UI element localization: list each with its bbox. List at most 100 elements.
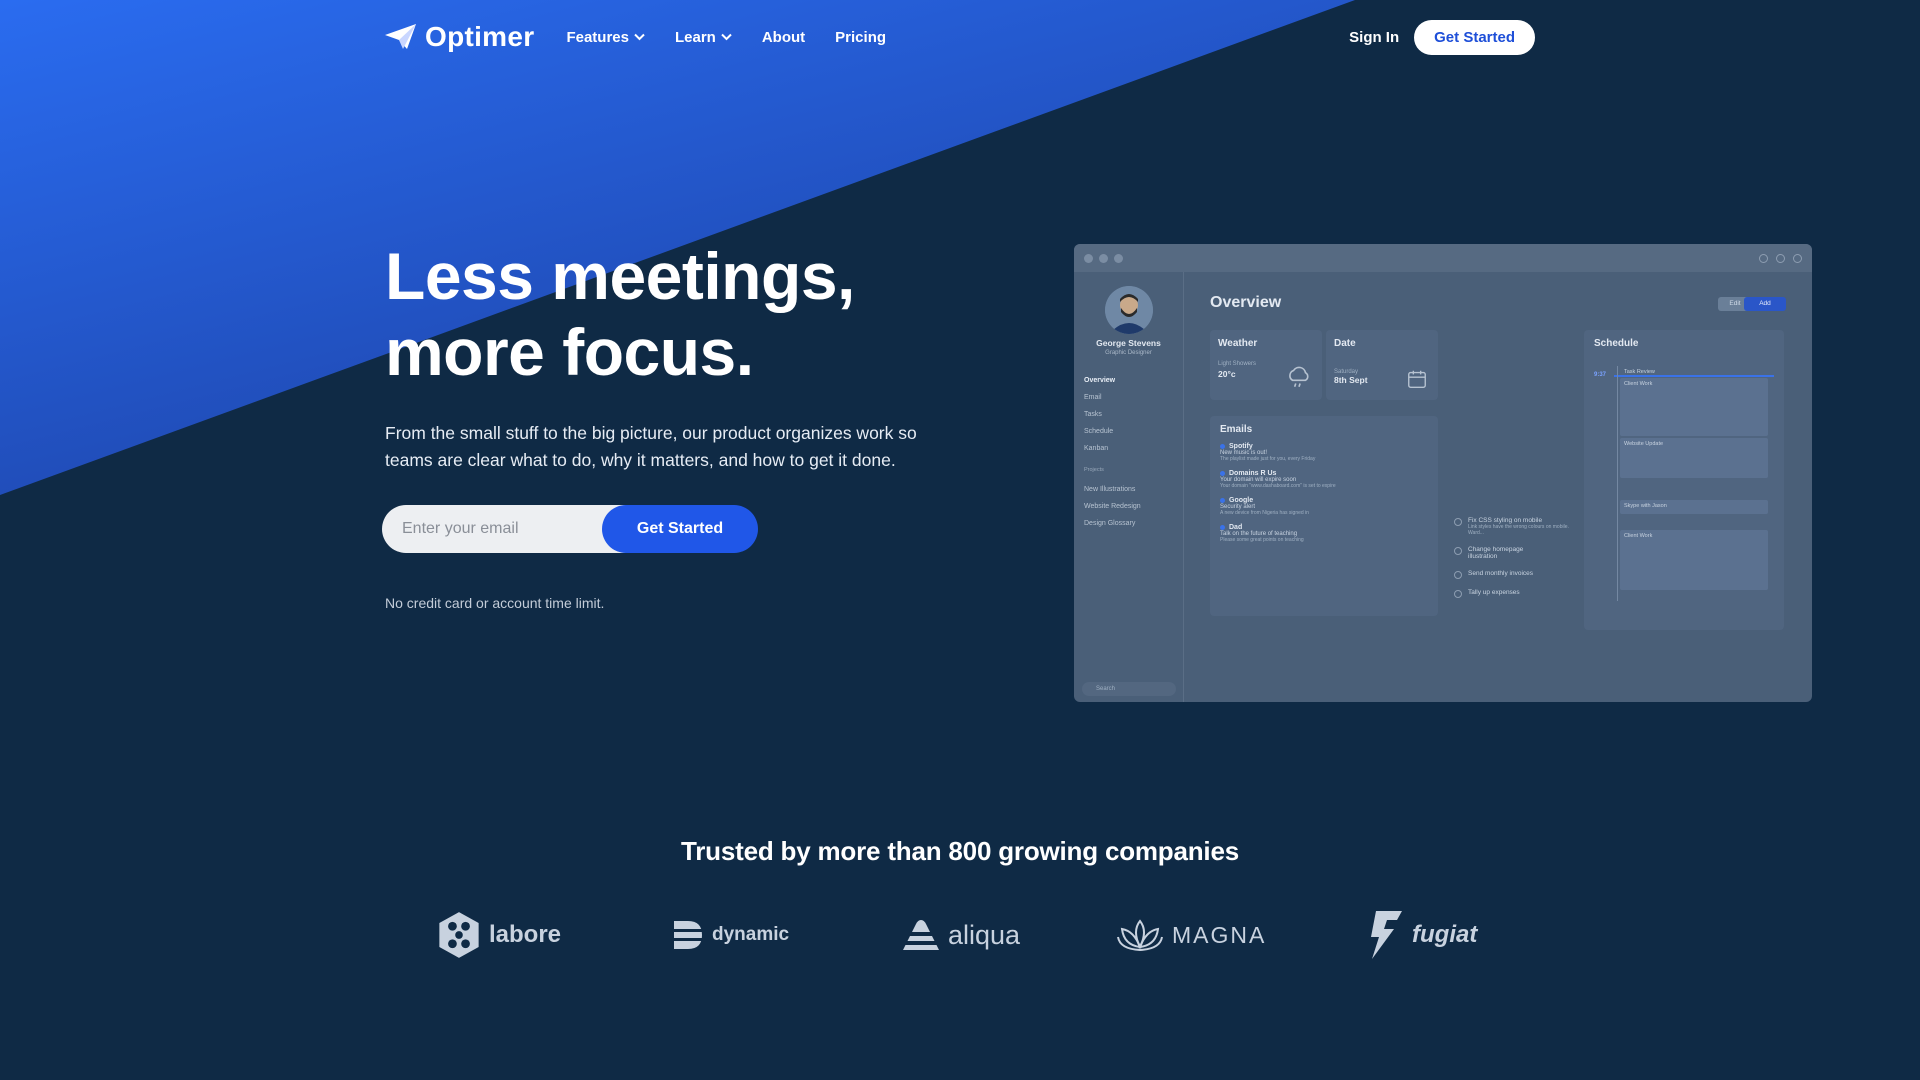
task-title: Fix CSS styling on mobile bbox=[1468, 517, 1543, 524]
trusted-heading: Trusted by more than 800 growing compani… bbox=[681, 836, 1239, 866]
logo-fugiat-name: fugiat bbox=[1412, 921, 1478, 948]
signup-note: No credit card or account time limit. bbox=[385, 595, 605, 611]
mock-nav-email: Email bbox=[1084, 394, 1102, 401]
task-item: Send monthly invoices bbox=[1454, 570, 1574, 579]
weather-desc: Light Showers bbox=[1218, 361, 1257, 367]
client-logos: labore dynamic aliqua MAGNA fugiat bbox=[0, 905, 1920, 965]
mock-nav-tasks: Tasks bbox=[1084, 411, 1102, 418]
lightning-f-icon bbox=[1371, 911, 1402, 959]
hero-get-started-button[interactable]: Get Started bbox=[602, 505, 758, 553]
menu-about[interactable]: About bbox=[762, 29, 805, 46]
schedule-axis bbox=[1617, 366, 1618, 601]
main-menu: Features Learn About Pricing bbox=[566, 29, 886, 46]
logo-aliqua-name: aliqua bbox=[948, 919, 1021, 950]
menu-about-label: About bbox=[761, 28, 806, 46]
hexagon-molecule-icon bbox=[439, 912, 479, 958]
email-from: Domains R Us bbox=[1229, 470, 1277, 477]
signup-form: Get Started bbox=[382, 505, 758, 553]
unread-dot-icon bbox=[1220, 524, 1225, 530]
mock-emails-card: Emails Spotify New music is out! The pla… bbox=[1210, 416, 1438, 616]
mock-sidebar-nav: Overview Email Tasks Schedule Kanban Pro… bbox=[1074, 372, 1183, 532]
email-input[interactable] bbox=[382, 505, 632, 553]
schedule-time: 9:37 bbox=[1594, 372, 1607, 378]
logo-labore-name: labore bbox=[489, 921, 562, 948]
hero-headline: Less meetings, more focus. bbox=[385, 238, 965, 390]
hero-headline-line2: more focus. bbox=[385, 315, 754, 389]
mock-project-item: Website Redesign bbox=[1084, 503, 1141, 510]
brand-name: Optimer bbox=[425, 21, 535, 52]
window-dot-icon bbox=[1084, 253, 1093, 263]
email-item: Spotify New music is out! The playlist m… bbox=[1220, 443, 1428, 462]
share-icon bbox=[1776, 253, 1785, 263]
menu-pricing[interactable]: Pricing bbox=[835, 29, 886, 46]
mock-add-button: Add bbox=[1744, 297, 1786, 311]
menu-features[interactable]: Features bbox=[566, 29, 645, 46]
schedule-block: Skype with Jason bbox=[1620, 500, 1768, 514]
user-role: Graphic Designer bbox=[1105, 350, 1152, 356]
rain-cloud-icon bbox=[1289, 366, 1309, 388]
user-avatar bbox=[1104, 286, 1153, 334]
window-dot-icon bbox=[1114, 253, 1123, 263]
email-preview: The playlist made just for you, every Fr… bbox=[1220, 456, 1316, 462]
checkbox-icon bbox=[1454, 547, 1462, 555]
schedule-block: Client Work bbox=[1620, 378, 1768, 436]
mock-sidebar: George Stevens Graphic Designer Overview… bbox=[1074, 272, 1184, 702]
task-title: Change homepage illustration bbox=[1468, 546, 1524, 560]
logo-fugiat: fugiat bbox=[1368, 905, 1477, 965]
task-title: Send monthly invoices bbox=[1468, 570, 1534, 577]
mock-date-card: Date Saturday 8th Sept bbox=[1326, 330, 1438, 400]
logo-aliqua: aliqua bbox=[902, 905, 1020, 965]
schedule-block: Client Work bbox=[1620, 530, 1768, 590]
unread-dot-icon bbox=[1220, 443, 1225, 449]
stacked-d-icon bbox=[674, 921, 704, 949]
lotus-icon bbox=[1117, 919, 1163, 952]
menu-learn[interactable]: Learn bbox=[675, 29, 732, 46]
mock-nav-overview: Overview bbox=[1084, 377, 1116, 384]
email-item: Domains R Us Your domain will expire soo… bbox=[1220, 470, 1428, 489]
task-desc: Link styles have the wrong colours on mo… bbox=[1468, 524, 1569, 536]
chevron-down-icon bbox=[721, 33, 732, 41]
paper-plane-icon bbox=[385, 24, 416, 49]
brand-logo[interactable]: Optimer bbox=[385, 21, 534, 53]
calendar-icon bbox=[1408, 370, 1426, 388]
menu-pricing-label: Pricing bbox=[835, 28, 887, 46]
mock-search: Search bbox=[1082, 682, 1176, 696]
mock-main-panel: Overview Edit Add Weather Light Showers … bbox=[1184, 272, 1812, 702]
mock-weather-card: Weather Light Showers 20°c bbox=[1210, 330, 1322, 400]
email-preview: Please some great points on teaching bbox=[1220, 537, 1304, 543]
logo-dynamic: dynamic bbox=[672, 905, 789, 965]
mock-projects-label: Projects bbox=[1084, 467, 1104, 473]
app-screenshot-mockup: George Stevens Graphic Designer Overview… bbox=[1074, 244, 1812, 702]
email-from: Google bbox=[1229, 497, 1254, 504]
mock-project-item: New Illustrations bbox=[1084, 486, 1136, 493]
mock-toolbar-icons bbox=[1759, 253, 1802, 263]
settings-icon bbox=[1793, 253, 1802, 263]
menu-learn-label: Learn bbox=[674, 28, 716, 46]
chevron-down-icon bbox=[634, 33, 645, 41]
date-title: Date bbox=[1334, 338, 1356, 349]
sign-in-link[interactable]: Sign In bbox=[1349, 29, 1399, 46]
email-preview: Your domain "www.dashaboard.com" is set … bbox=[1220, 483, 1336, 489]
mock-tasks-list: Fix CSS styling on mobile Link styles ha… bbox=[1454, 517, 1574, 608]
mock-project-item: Design Glossary bbox=[1084, 520, 1136, 527]
triangle-stripes-icon bbox=[902, 920, 940, 950]
menu-features-label: Features bbox=[566, 28, 629, 46]
mock-schedule-card: Schedule 9:37 Task Review Client Work We… bbox=[1584, 330, 1784, 630]
task-title: Tally up expenses bbox=[1468, 589, 1520, 596]
user-name: George Stevens bbox=[1096, 338, 1161, 348]
task-item: Fix CSS styling on mobile Link styles ha… bbox=[1454, 517, 1574, 536]
nav-get-started-button[interactable]: Get Started bbox=[1414, 19, 1535, 55]
checkbox-icon bbox=[1454, 590, 1462, 598]
mock-titlebar bbox=[1074, 244, 1812, 272]
email-from: Spotify bbox=[1229, 443, 1253, 450]
top-navigation: Optimer Features Learn About Pricing Sig… bbox=[385, 18, 1535, 56]
logo-dynamic-name: dynamic bbox=[712, 924, 790, 945]
mock-nav-kanban: Kanban bbox=[1084, 445, 1109, 452]
weather-title: Weather bbox=[1218, 338, 1258, 349]
unread-dot-icon bbox=[1220, 470, 1225, 476]
window-dot-icon bbox=[1099, 253, 1108, 263]
hero-subtext: From the small stuff to the big picture,… bbox=[385, 423, 917, 470]
email-item: Dad Talk on the future of teaching Pleas… bbox=[1220, 524, 1428, 543]
hero-content: Less meetings, more focus. From the smal… bbox=[385, 238, 965, 474]
schedule-block: Task Review bbox=[1624, 369, 1655, 375]
